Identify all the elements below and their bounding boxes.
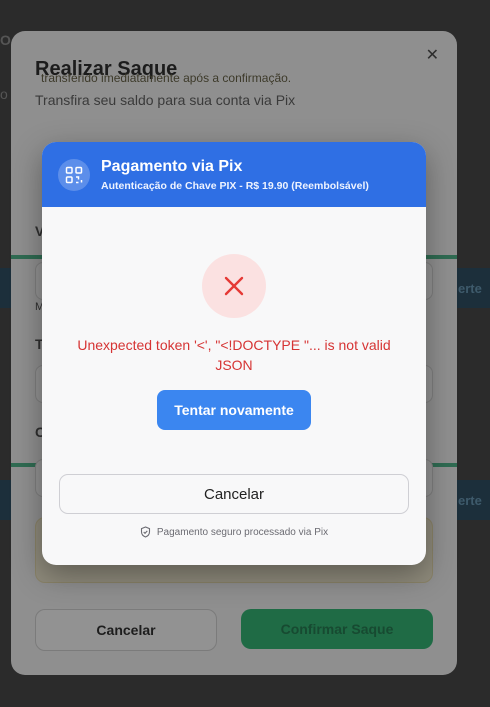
error-icon-container	[202, 254, 266, 318]
x-error-icon	[224, 276, 244, 296]
pix-modal-title: Pagamento via Pix	[101, 157, 243, 175]
pix-modal-subtitle: Autenticação de Chave PIX - R$ 19.90 (Re…	[101, 179, 369, 192]
shield-icon	[140, 526, 150, 538]
secure-payment-text: Pagamento seguro processado via Pix	[156, 526, 329, 538]
cancel-button[interactable]: Cancelar	[59, 474, 409, 514]
retry-button[interactable]: Tentar novamente	[157, 390, 311, 430]
confirm-withdraw-button[interactable]: Confirmar Saque	[241, 609, 433, 649]
error-message: Unexpected token '<', "<!DOCTYPE "... is…	[77, 337, 391, 373]
background-button-text: erte	[458, 493, 482, 508]
close-icon[interactable]: ✕	[426, 45, 439, 65]
background-fragment: O	[0, 32, 11, 48]
background-button-text: erte	[458, 281, 482, 296]
withdraw-modal-subtitle: Transfira seu saldo para sua conta via P…	[35, 92, 296, 108]
background-stripe	[0, 268, 11, 308]
withdraw-cancel-button[interactable]: Cancelar	[35, 609, 217, 651]
background-fragment: o	[0, 86, 8, 102]
pix-payment-modal: Pagamento via Pix Autenticação de Chave …	[42, 142, 426, 565]
qr-code-icon	[58, 158, 90, 191]
secure-payment-note: Pagamento seguro processado via Pix	[42, 526, 426, 538]
background-stripe	[0, 480, 11, 520]
pix-modal-header: Pagamento via Pix Autenticação de Chave …	[42, 142, 426, 207]
info-alert-text: transferido imediatamente após a confirm…	[41, 71, 292, 85]
